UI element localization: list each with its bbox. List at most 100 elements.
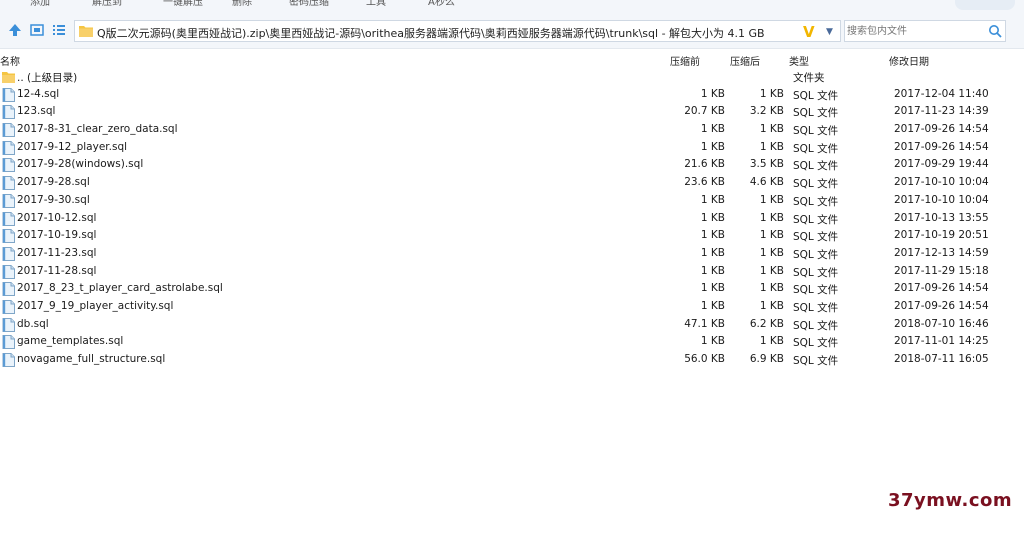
folder-icon bbox=[79, 26, 93, 37]
file-row[interactable]: 2017_8_23_t_player_card_astrolabe.sql 1 K… bbox=[0, 280, 1024, 298]
file-type: SQL 文件 bbox=[793, 89, 839, 102]
file-modified-date: 2017-10-10 10:04 bbox=[894, 176, 989, 189]
file-row[interactable]: db.sql 47.1 KB 6.2 KB SQL 文件 2018-07-10 16:4… bbox=[0, 316, 1024, 334]
file-name: 123.sql bbox=[17, 105, 56, 118]
file-size-original: 1 KB bbox=[759, 123, 784, 136]
file-row[interactable]: game_templates.sql 1 KB 1 KB SQL 文件 2017-11-… bbox=[0, 333, 1024, 351]
file-size-compressed: 1 KB bbox=[700, 282, 725, 295]
sql-file-icon bbox=[2, 335, 15, 350]
file-size-compressed: 1 KB bbox=[700, 246, 725, 259]
file-name: 2017-10-19.sql bbox=[17, 229, 97, 242]
file-name: 2017-9-28.sql bbox=[17, 176, 90, 189]
file-type: SQL 文件 bbox=[793, 355, 839, 367]
sql-file-icon bbox=[2, 193, 15, 208]
file-size-compressed: 1 KB bbox=[700, 123, 725, 136]
file-row[interactable]: 2017-9-28(windows).sql 21.6 KB 3.5 KB SQL 文… bbox=[0, 156, 1024, 174]
file-row[interactable]: 123.sql 20.7 KB 3.2 KB SQL 文件 2017-11-23 14:… bbox=[0, 103, 1024, 121]
file-name: 2017-11-23.sql bbox=[17, 246, 97, 259]
file-type: SQL 文件 bbox=[793, 266, 839, 279]
toolbar-tools-button[interactable]: 工具 bbox=[366, 0, 386, 8]
toolbar-decoration bbox=[955, 0, 1015, 10]
address-row: Q版二次元源码(奥里西娅战记).zip\奥里西娅战记-源码\orithea服务器… bbox=[0, 14, 1024, 49]
file-type: SQL 文件 bbox=[793, 319, 839, 332]
file-type: SQL 文件 bbox=[793, 301, 839, 314]
search-input[interactable] bbox=[847, 23, 985, 39]
file-row[interactable]: novagame_full_structure.sql 56.0 KB 6.9 KB… bbox=[0, 351, 1024, 369]
sql-file-icon bbox=[2, 282, 15, 297]
toolbar-extract-to-button[interactable]: 解压到 bbox=[92, 0, 122, 8]
file-row[interactable]: 12-4.sql 1 KB 1 KB SQL 文件 2017-12-04 11:40 bbox=[0, 86, 1024, 104]
file-size-original: 4.6 KB bbox=[749, 176, 784, 189]
file-row[interactable]: 2017-11-23.sql 1 KB 1 KB SQL 文件 2017-12-13 1… bbox=[0, 245, 1024, 263]
sql-file-icon bbox=[2, 158, 15, 173]
file-type: SQL 文件 bbox=[793, 213, 839, 226]
parent-directory-row[interactable]: .. (上级目录) 文件夹 bbox=[0, 68, 1024, 86]
file-size-compressed: 21.6 KB bbox=[684, 158, 725, 171]
folder-icon bbox=[2, 72, 15, 83]
file-size-compressed: 1 KB bbox=[700, 211, 725, 224]
toolbar-password-button[interactable]: 密码压缩 bbox=[289, 0, 329, 8]
search-icon[interactable] bbox=[988, 24, 1002, 38]
sql-file-icon bbox=[2, 317, 15, 332]
file-size-compressed: 20.7 KB bbox=[684, 105, 725, 118]
file-row[interactable]: 2017-10-12.sql 1 KB 1 KB SQL 文件 2017-10-13 1… bbox=[0, 210, 1024, 228]
toolbar-extra-button[interactable]: A秒么 bbox=[428, 0, 455, 8]
app-logo-icon[interactable]: V bbox=[803, 23, 815, 41]
toolbar-one-click-extract-button[interactable]: 一键解压 bbox=[163, 0, 203, 8]
file-modified-date: 2017-10-19 20:51 bbox=[894, 229, 989, 242]
toolbar: 添加 解压到 一键解压 删除 密码压缩 工具 A秒么 bbox=[0, 0, 1024, 14]
file-row[interactable]: 2017-9-12_player.sql 1 KB 1 KB SQL 文件 2017-0… bbox=[0, 139, 1024, 157]
file-type: SQL 文件 bbox=[793, 231, 839, 244]
file-modified-date: 2017-11-01 14:25 bbox=[894, 335, 989, 348]
file-size-compressed: 1 KB bbox=[700, 335, 725, 348]
file-name: 2017-8-31_clear_zero_data.sql bbox=[17, 123, 178, 136]
address-bar[interactable]: Q版二次元源码(奥里西娅战记).zip\奥里西娅战记-源码\orithea服务器… bbox=[74, 20, 841, 42]
chevron-down-icon[interactable]: ▼ bbox=[826, 27, 833, 37]
file-type: SQL 文件 bbox=[793, 160, 839, 173]
file-row[interactable]: 2017-9-30.sql 1 KB 1 KB SQL 文件 2017-10-10 10… bbox=[0, 192, 1024, 210]
sql-file-icon bbox=[2, 246, 15, 261]
file-row[interactable]: 2017-9-28.sql 23.6 KB 4.6 KB SQL 文件 2017-10-… bbox=[0, 174, 1024, 192]
file-row[interactable]: 2017-10-19.sql 1 KB 1 KB SQL 文件 2017-10-19 2… bbox=[0, 227, 1024, 245]
file-size-compressed: 23.6 KB bbox=[684, 176, 725, 189]
file-size-compressed: 1 KB bbox=[700, 193, 725, 206]
file-modified-date: 2017-09-29 19:44 bbox=[894, 158, 989, 171]
column-header-compressed[interactable]: 压缩前 bbox=[670, 53, 700, 68]
toolbar-add-button[interactable]: 添加 bbox=[30, 0, 50, 8]
sql-file-icon bbox=[2, 353, 15, 367]
file-modified-date: 2017-11-23 14:39 bbox=[894, 105, 989, 118]
file-size-compressed: 1 KB bbox=[700, 299, 725, 312]
file-size-original: 1 KB bbox=[759, 193, 784, 206]
file-size-original: 1 KB bbox=[759, 229, 784, 242]
file-size-original: 6.2 KB bbox=[749, 317, 784, 330]
column-header-type[interactable]: 类型 bbox=[789, 53, 809, 68]
file-size-original: 3.2 KB bbox=[749, 105, 784, 118]
file-name: 2017-9-12_player.sql bbox=[17, 140, 128, 153]
list-view-icon[interactable] bbox=[51, 22, 67, 38]
column-header-name[interactable]: 名称 bbox=[0, 53, 20, 68]
file-size-compressed: 1 KB bbox=[700, 87, 725, 100]
file-size-original: 1 KB bbox=[759, 87, 784, 100]
file-modified-date: 2017-09-26 14:54 bbox=[894, 123, 989, 136]
file-row[interactable]: 2017-11-28.sql 1 KB 1 KB SQL 文件 2017-11-29 1… bbox=[0, 263, 1024, 281]
up-arrow-icon[interactable] bbox=[7, 22, 23, 38]
file-size-original: 1 KB bbox=[759, 246, 784, 259]
sql-file-icon bbox=[2, 140, 15, 155]
file-modified-date: 2017-11-29 15:18 bbox=[894, 264, 989, 277]
column-header-original[interactable]: 压缩后 bbox=[730, 53, 760, 68]
file-row[interactable]: 2017-8-31_clear_zero_data.sql 1 KB 1 KB SQL… bbox=[0, 121, 1024, 139]
column-header-modified[interactable]: 修改日期 bbox=[889, 53, 929, 68]
file-name: 2017_9_19_player_activity.sql bbox=[17, 299, 174, 312]
file-name: db.sql bbox=[17, 317, 49, 330]
file-size-original: 1 KB bbox=[759, 211, 784, 224]
file-name: novagame_full_structure.sql bbox=[17, 353, 166, 365]
toolbar-delete-button[interactable]: 删除 bbox=[232, 0, 252, 8]
file-size-original: 1 KB bbox=[759, 282, 784, 295]
file-modified-date: 2017-12-13 14:59 bbox=[894, 246, 989, 259]
sql-file-icon bbox=[2, 229, 15, 244]
file-modified-date: 2017-12-04 11:40 bbox=[894, 87, 989, 100]
file-row[interactable]: 2017_9_19_player_activity.sql 1 KB 1 KB SQL… bbox=[0, 298, 1024, 316]
thumbnail-view-icon[interactable] bbox=[29, 22, 45, 38]
file-size-original: 1 KB bbox=[759, 264, 784, 277]
file-size-original: 6.9 KB bbox=[749, 353, 784, 365]
